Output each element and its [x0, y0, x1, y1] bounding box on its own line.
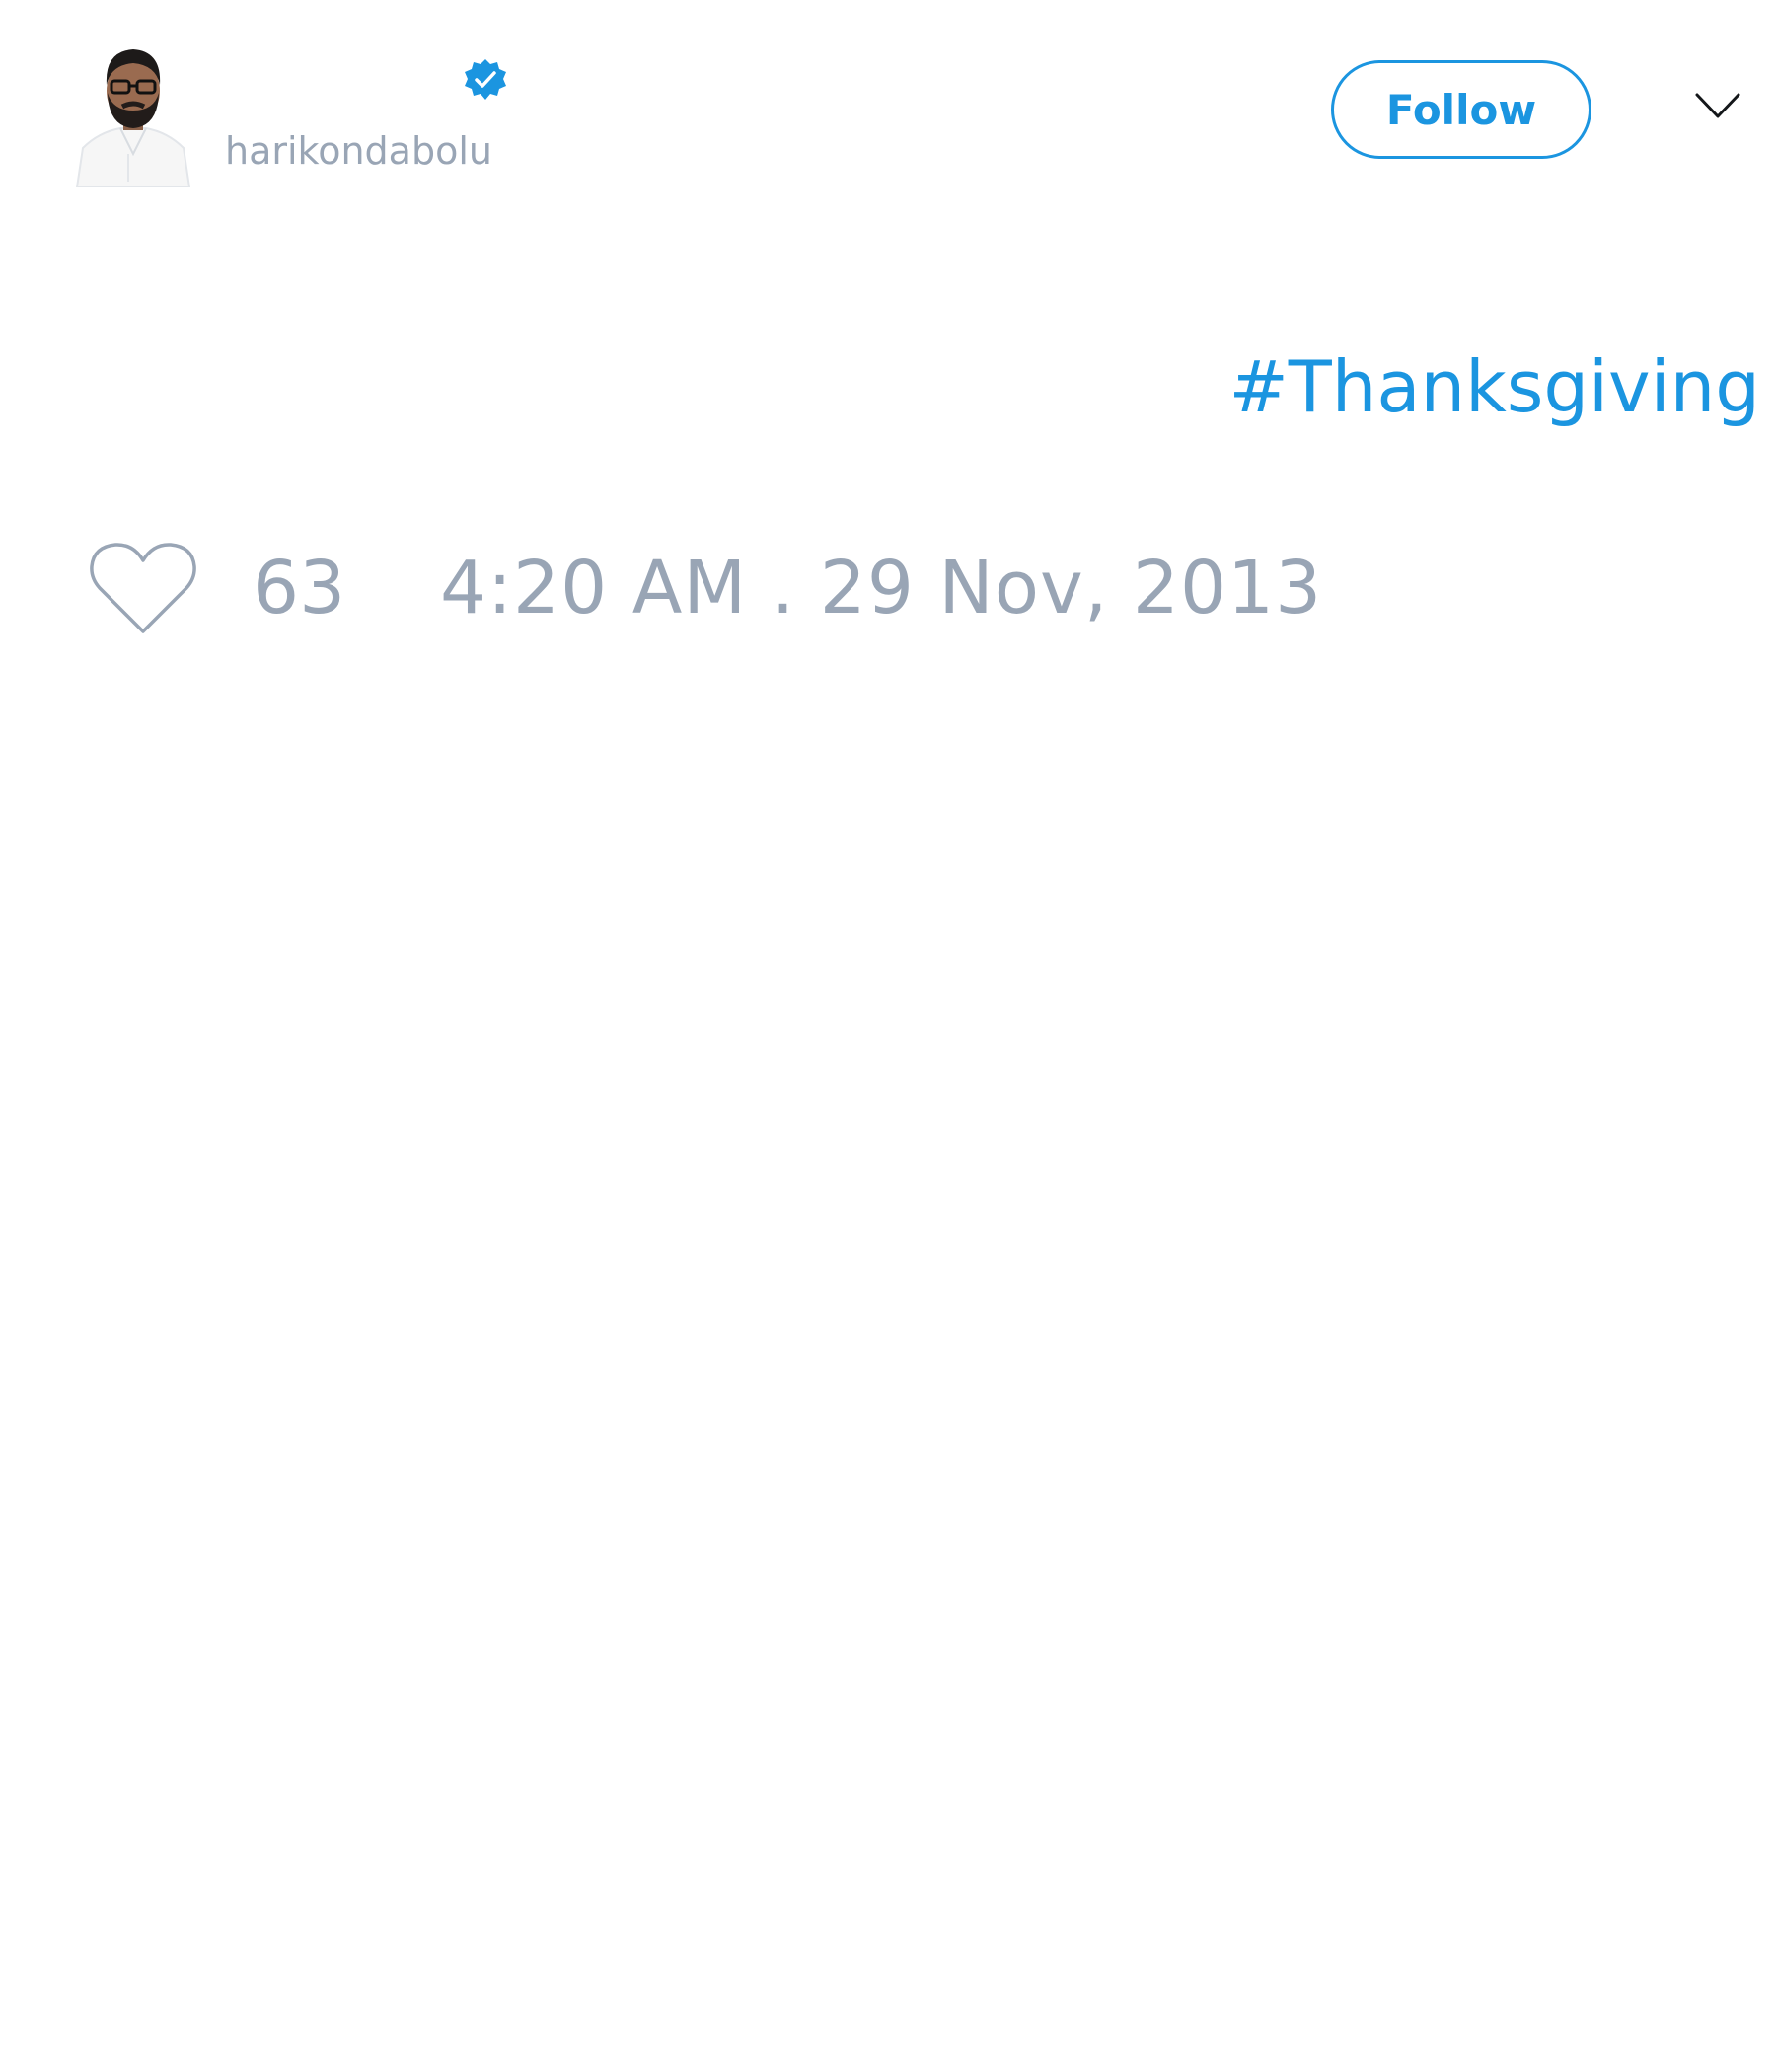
avatar[interactable] — [69, 37, 197, 188]
chevron-down-icon[interactable] — [1694, 91, 1741, 120]
tweet-text: #Thanksgiving — [1228, 345, 1760, 428]
like-count: 63 — [253, 546, 346, 630]
follow-button[interactable]: Follow — [1331, 60, 1591, 159]
author-handle[interactable]: harikondabolu — [225, 128, 492, 174]
hashtag-link[interactable]: #Thanksgiving — [1228, 345, 1760, 428]
heart-icon[interactable] — [89, 541, 197, 635]
tweet-timestamp[interactable]: 4:20 AM . 29 Nov, 2013 — [440, 546, 1322, 630]
avatar-image — [75, 49, 191, 188]
verified-badge-icon — [463, 57, 508, 103]
